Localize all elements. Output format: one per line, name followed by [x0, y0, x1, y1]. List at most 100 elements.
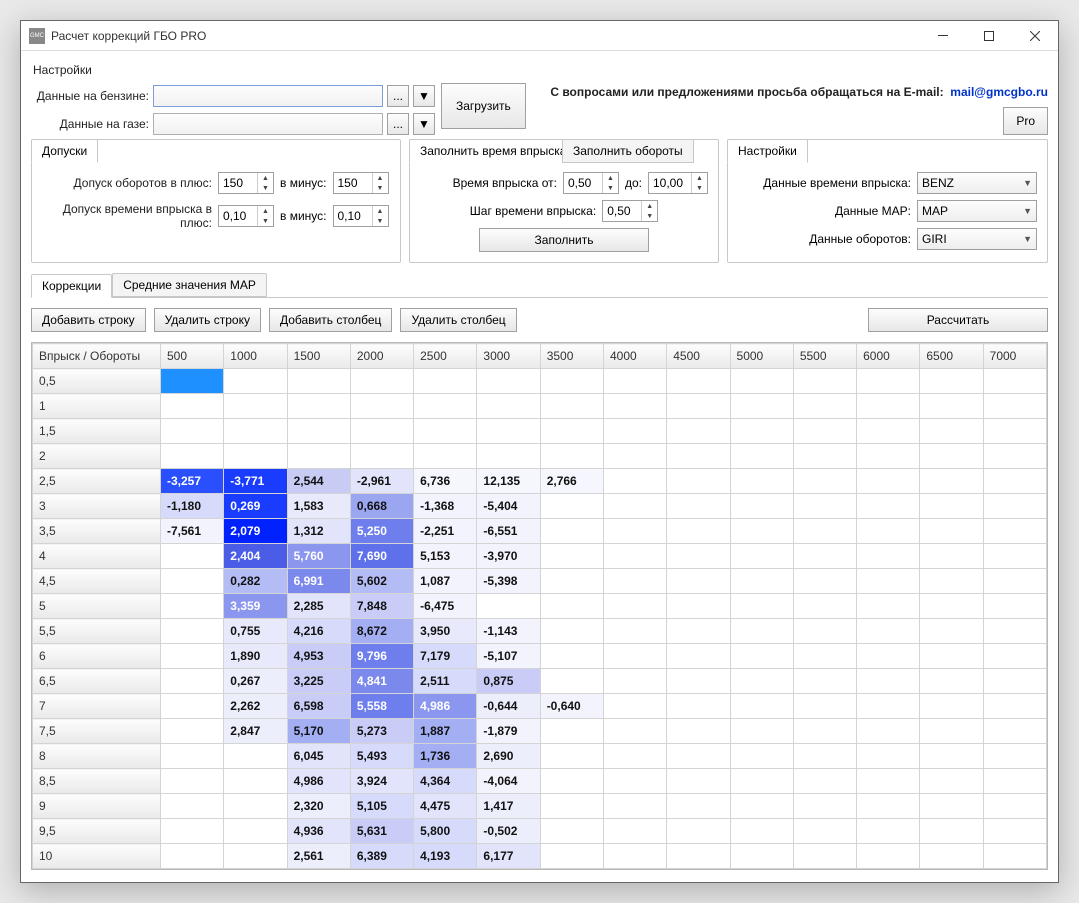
grid-cell[interactable]	[730, 644, 793, 669]
grid-cell[interactable]	[793, 369, 856, 394]
grid-row-header[interactable]: 2	[33, 444, 161, 469]
grid-cell[interactable]	[730, 419, 793, 444]
benzine-input[interactable]	[153, 85, 383, 107]
grid-cell[interactable]	[920, 419, 983, 444]
grid-cell[interactable]	[983, 569, 1046, 594]
grid-cell[interactable]	[983, 694, 1046, 719]
grid-cell[interactable]	[667, 594, 730, 619]
grid-cell[interactable]	[920, 519, 983, 544]
grid-cell[interactable]	[793, 519, 856, 544]
grid-cell[interactable]	[667, 444, 730, 469]
grid-cell[interactable]	[667, 394, 730, 419]
grid-cell[interactable]: 3,924	[350, 769, 413, 794]
grid-cell[interactable]	[477, 369, 540, 394]
grid-cell[interactable]	[287, 444, 350, 469]
grid-cell[interactable]	[540, 544, 603, 569]
grid-cell[interactable]: -0,640	[540, 694, 603, 719]
grid-cell[interactable]	[603, 619, 666, 644]
grid-cell[interactable]	[477, 394, 540, 419]
grid-cell[interactable]	[540, 769, 603, 794]
grid-cell[interactable]	[603, 844, 666, 869]
grid-cell[interactable]	[730, 394, 793, 419]
grid-cell[interactable]	[667, 619, 730, 644]
grid-cell[interactable]	[983, 844, 1046, 869]
map-data-combo[interactable]: MAP▼	[917, 200, 1037, 222]
grid-col-header[interactable]: 3500	[540, 344, 603, 369]
grid-cell[interactable]: 6,991	[287, 569, 350, 594]
grid-cell[interactable]	[920, 469, 983, 494]
fill-inj-tab[interactable]: Заполнить время впрыска	[409, 139, 577, 163]
inj-data-combo[interactable]: BENZ▼	[917, 172, 1037, 194]
grid-cell[interactable]	[920, 544, 983, 569]
grid-cell[interactable]	[540, 594, 603, 619]
grid-cell[interactable]	[920, 369, 983, 394]
grid-cell[interactable]	[793, 469, 856, 494]
grid-cell[interactable]	[730, 794, 793, 819]
grid-cell[interactable]	[857, 794, 920, 819]
grid-cell[interactable]: 6,177	[477, 844, 540, 869]
benzine-dropdown-button[interactable]: ▼	[413, 85, 435, 107]
grid-cell[interactable]: 5,558	[350, 694, 413, 719]
grid-cell[interactable]: -1,368	[414, 494, 477, 519]
grid-cell[interactable]	[161, 669, 224, 694]
grid-cell[interactable]	[730, 444, 793, 469]
grid-cell[interactable]: 5,250	[350, 519, 413, 544]
grid-cell[interactable]: 2,766	[540, 469, 603, 494]
grid-cell[interactable]	[920, 694, 983, 719]
grid-cell[interactable]	[920, 769, 983, 794]
grid-col-header[interactable]: 6000	[857, 344, 920, 369]
grid-row-header[interactable]: 10	[33, 844, 161, 869]
grid-col-header[interactable]: 3000	[477, 344, 540, 369]
grid-cell[interactable]	[667, 419, 730, 444]
grid-cell[interactable]: 4,986	[287, 769, 350, 794]
grid-row-header[interactable]: 1,5	[33, 419, 161, 444]
grid-row-header[interactable]: 3,5	[33, 519, 161, 544]
grid-cell[interactable]	[793, 594, 856, 619]
grid-cell[interactable]: 4,364	[414, 769, 477, 794]
grid-cell[interactable]	[540, 669, 603, 694]
grid-cell[interactable]	[983, 544, 1046, 569]
grid-cell[interactable]	[857, 419, 920, 444]
grid-cell[interactable]: 0,267	[224, 669, 287, 694]
grid-cell[interactable]: -1,879	[477, 719, 540, 744]
grid-cell[interactable]: 0,755	[224, 619, 287, 644]
grid-cell[interactable]: -7,561	[161, 519, 224, 544]
del-col-button[interactable]: Удалить столбец	[400, 308, 516, 332]
grid-cell[interactable]: -1,143	[477, 619, 540, 644]
grid-cell[interactable]	[793, 694, 856, 719]
grid-cell[interactable]	[793, 819, 856, 844]
minimize-button[interactable]	[920, 21, 966, 51]
grid-cell[interactable]: -3,257	[161, 469, 224, 494]
grid-row-header[interactable]: 8	[33, 744, 161, 769]
grid-cell[interactable]	[667, 744, 730, 769]
grid-cell[interactable]: 5,631	[350, 819, 413, 844]
del-row-button[interactable]: Удалить строку	[154, 308, 261, 332]
grid-cell[interactable]: 9,796	[350, 644, 413, 669]
grid-cell[interactable]	[730, 669, 793, 694]
grid-cell[interactable]: 1,583	[287, 494, 350, 519]
grid-cell[interactable]: 2,079	[224, 519, 287, 544]
grid-cell[interactable]: -2,251	[414, 519, 477, 544]
correction-grid[interactable]: Впрыск / Обороты500100015002000250030003…	[31, 342, 1048, 870]
grid-cell[interactable]	[161, 594, 224, 619]
grid-cell[interactable]: 2,320	[287, 794, 350, 819]
grid-cell[interactable]: 5,273	[350, 719, 413, 744]
grid-cell[interactable]	[161, 394, 224, 419]
grid-col-header[interactable]: 7000	[983, 344, 1046, 369]
grid-cell[interactable]	[857, 569, 920, 594]
grid-cell[interactable]	[667, 519, 730, 544]
grid-row-header[interactable]: 6,5	[33, 669, 161, 694]
load-button[interactable]: Загрузить	[441, 83, 526, 129]
grid-cell[interactable]	[983, 394, 1046, 419]
grid-cell[interactable]	[667, 544, 730, 569]
grid-cell[interactable]	[793, 719, 856, 744]
grid-row-header[interactable]: 5,5	[33, 619, 161, 644]
grid-cell[interactable]: 6,598	[287, 694, 350, 719]
grid-cell[interactable]	[983, 769, 1046, 794]
grid-cell[interactable]	[920, 569, 983, 594]
grid-cell[interactable]	[920, 644, 983, 669]
grid-cell[interactable]: -4,064	[477, 769, 540, 794]
grid-cell[interactable]	[983, 794, 1046, 819]
grid-cell[interactable]: 7,848	[350, 594, 413, 619]
add-col-button[interactable]: Добавить столбец	[269, 308, 392, 332]
